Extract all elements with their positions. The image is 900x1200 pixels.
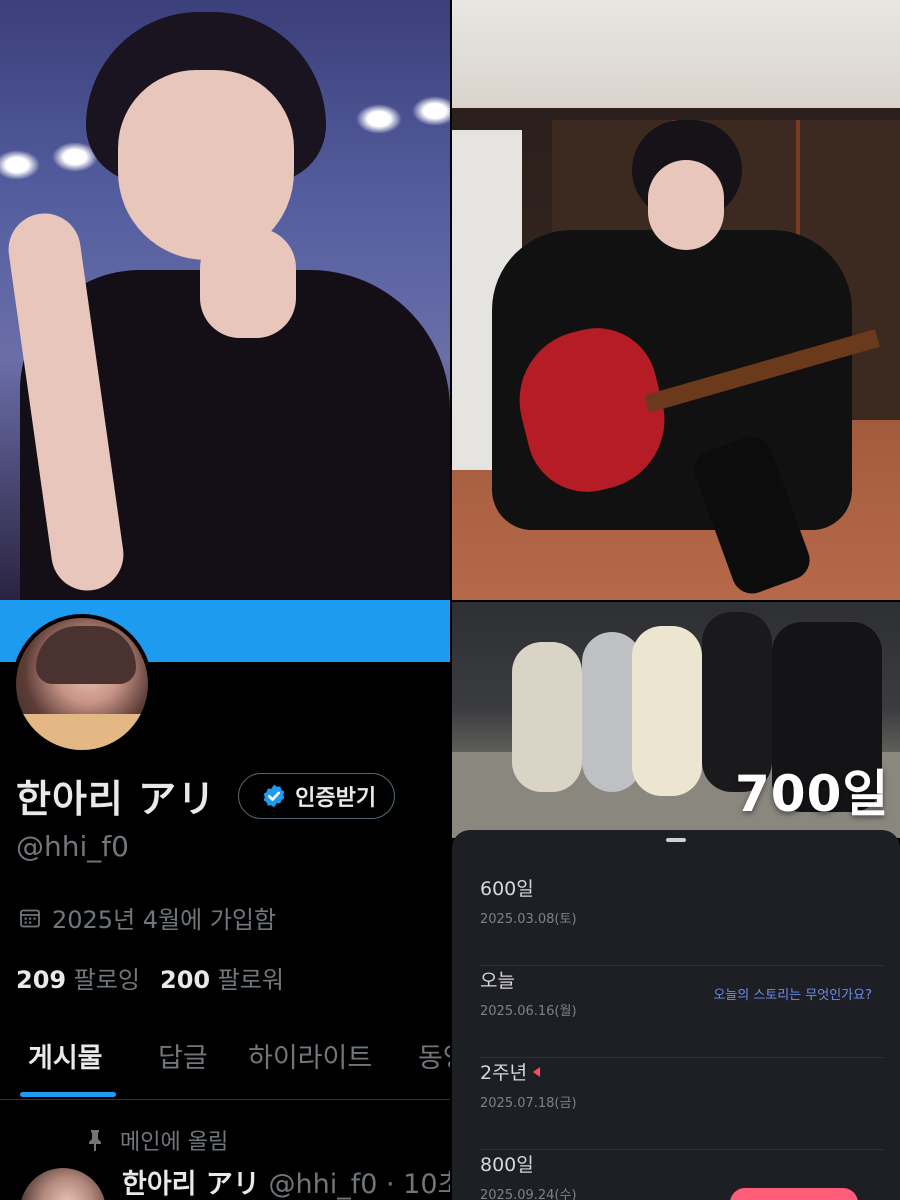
anniversary-date: 2025.03.08(토) <box>480 912 577 927</box>
red-marker-icon <box>533 1066 541 1077</box>
concert-photo <box>0 0 450 600</box>
followers-label: 팔로워 <box>217 966 284 994</box>
anniversary-title: 800일 <box>480 1154 534 1176</box>
follow-stats: 209 팔로잉 200 팔로워 <box>16 960 284 995</box>
following-count: 209 <box>16 966 67 994</box>
person-shape <box>632 626 702 796</box>
hand-shape <box>200 228 296 338</box>
join-date: 2025년 4월에 가입함 <box>52 906 277 934</box>
stage-light <box>412 96 450 126</box>
pinned-label: 메인에 올림 <box>120 1130 229 1155</box>
anniversary-date: 2025.06.16(월) <box>480 1004 577 1019</box>
anniversary-title-row: 2주년 <box>480 1058 541 1085</box>
profile-tab-bar: 게시물 답글 하이라이트 동영 <box>0 1030 450 1100</box>
profile-name-row: 한아리 アリ 인증받기 <box>16 768 396 823</box>
avatar-shirt-shape <box>16 714 148 750</box>
anniversary-date: 2025.09.24(수) <box>480 1188 577 1200</box>
anniversary-item[interactable]: 2주년 2025.07.18(금) <box>480 1058 884 1150</box>
pinned-indicator: 메인에 올림 <box>84 1124 228 1156</box>
stage-light <box>0 150 40 180</box>
verified-badge-icon <box>263 784 285 807</box>
person-shape <box>512 642 582 792</box>
active-tab-indicator <box>20 1092 116 1097</box>
get-verified-button[interactable]: 인증받기 <box>238 772 396 819</box>
guitar-photo <box>452 0 900 600</box>
anniversary-date: 2025.07.18(금) <box>480 1096 577 1111</box>
anniversary-title: 2주년 <box>480 1062 528 1084</box>
profile-handle: @hhi_f0 <box>16 830 129 863</box>
story-prompt-link[interactable]: 오늘의 스토리는 무엇인가요? <box>713 984 872 1003</box>
post-header: 한아리 アリ @hhi_f0 · 10초 <box>122 1162 450 1200</box>
join-date-row: 2025년 4월에 가입함 <box>18 900 276 935</box>
following-label: 팔로잉 <box>73 966 140 994</box>
profile-panel: 한아리 アリ 인증받기 @hhi_f0 2025년 4월에 가입함 209 팔로… <box>0 600 450 1200</box>
display-name: 한아리 アリ <box>16 777 217 821</box>
post-author-name[interactable]: 한아리 アリ <box>122 1169 260 1200</box>
following-link[interactable]: 209 팔로잉 <box>16 960 140 995</box>
anniversary-title: 600일 <box>480 878 534 900</box>
profile-avatar[interactable] <box>12 614 152 754</box>
anniversary-item-today[interactable]: 오늘 2025.06.16(월) 오늘의 스토리는 무엇인가요? <box>480 966 884 1058</box>
add-button[interactable] <box>730 1188 858 1200</box>
anniversary-title: 오늘 <box>480 970 515 992</box>
day-counter: 700일 <box>735 765 890 823</box>
tab-replies[interactable]: 답글 <box>158 1036 208 1106</box>
pin-icon <box>89 1130 101 1151</box>
avatar-hair-shape <box>36 626 136 684</box>
stage-light <box>356 104 402 134</box>
post-avatar[interactable] <box>20 1168 106 1200</box>
sheet-drag-handle[interactable] <box>666 838 686 842</box>
tab-media[interactable]: 동영 <box>418 1036 450 1106</box>
get-verified-label: 인증받기 <box>295 785 377 811</box>
face-shape <box>648 160 724 250</box>
post-meta: @hhi_f0 · 10초 <box>268 1169 450 1200</box>
tab-highlights[interactable]: 하이라이트 <box>248 1036 372 1106</box>
calendar-icon <box>20 909 40 927</box>
followers-count: 200 <box>160 966 211 994</box>
followers-link[interactable]: 200 팔로워 <box>160 960 284 995</box>
anniversary-item[interactable]: 600일 2025.03.08(토) <box>480 874 884 966</box>
anniversary-sheet: 600일 2025.03.08(토) 오늘 2025.06.16(월) 오늘의 … <box>452 830 900 1200</box>
